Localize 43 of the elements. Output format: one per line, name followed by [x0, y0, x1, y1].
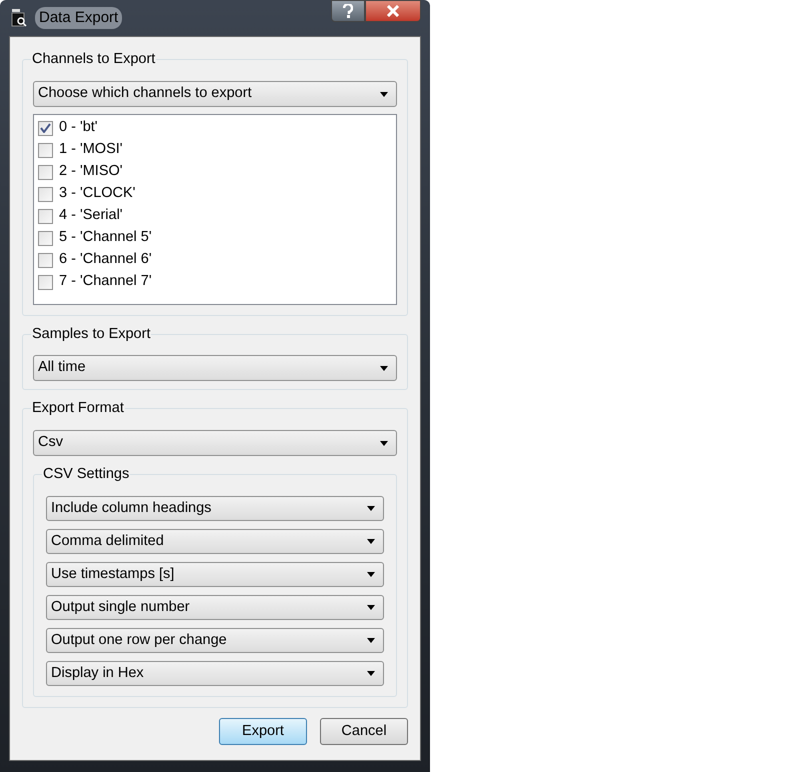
checkbox[interactable] — [38, 252, 53, 268]
caret-icon — [380, 366, 388, 370]
close-button[interactable] — [365, 0, 421, 22]
caret-icon — [367, 572, 375, 577]
channel-label: 2 - 'MISO' — [59, 162, 123, 182]
channel-label: 7 - 'Channel 7' — [59, 272, 152, 292]
help-button[interactable] — [331, 0, 365, 22]
dropdown[interactable]: Display in Hex — [46, 661, 384, 686]
checkbox[interactable] — [38, 186, 53, 202]
dropdown[interactable]: All time — [33, 355, 397, 381]
dropdown[interactable]: Include column headings — [46, 496, 384, 521]
caret-icon — [380, 440, 388, 446]
checkbox[interactable] — [38, 164, 53, 180]
dropdown[interactable]: Csv — [33, 430, 397, 456]
caret-icon — [367, 638, 375, 643]
channel-label: 6 - 'Channel 6' — [59, 250, 152, 270]
channel-label: 0 - 'bt' — [59, 118, 98, 138]
dropdown[interactable]: Choose which channels to export — [33, 81, 397, 107]
channel-label: 3 - 'CLOCK' — [59, 184, 136, 204]
app-icon — [11, 9, 27, 27]
caret-icon — [367, 671, 375, 676]
checkbox[interactable] — [38, 274, 53, 290]
channel-label: 5 - 'Channel 5' — [59, 228, 152, 248]
checkbox[interactable] — [38, 230, 53, 246]
channel-label: 1 - 'MOSI' — [59, 140, 123, 160]
caret-icon — [367, 539, 375, 544]
dropdown[interactable]: Output single number — [46, 595, 384, 620]
checkbox[interactable] — [38, 208, 53, 224]
dialog-button[interactable]: Cancel — [320, 718, 408, 745]
checkbox[interactable] — [38, 142, 53, 158]
checkbox[interactable] — [38, 120, 53, 136]
check-icon — [40, 123, 51, 133]
caret-icon — [367, 605, 375, 610]
window-title: Data Export — [35, 6, 122, 30]
dropdown[interactable]: Comma delimited — [46, 529, 384, 554]
channel-label: 4 - 'Serial' — [59, 206, 123, 226]
caret-icon — [380, 92, 388, 96]
dropdown[interactable]: Use timestamps [s] — [46, 562, 384, 587]
caret-icon — [367, 506, 375, 511]
dropdown[interactable]: Output one row per change — [46, 628, 384, 653]
dialog-button[interactable]: Export — [219, 718, 307, 745]
help-icon — [343, 4, 353, 18]
close-icon — [386, 5, 400, 17]
